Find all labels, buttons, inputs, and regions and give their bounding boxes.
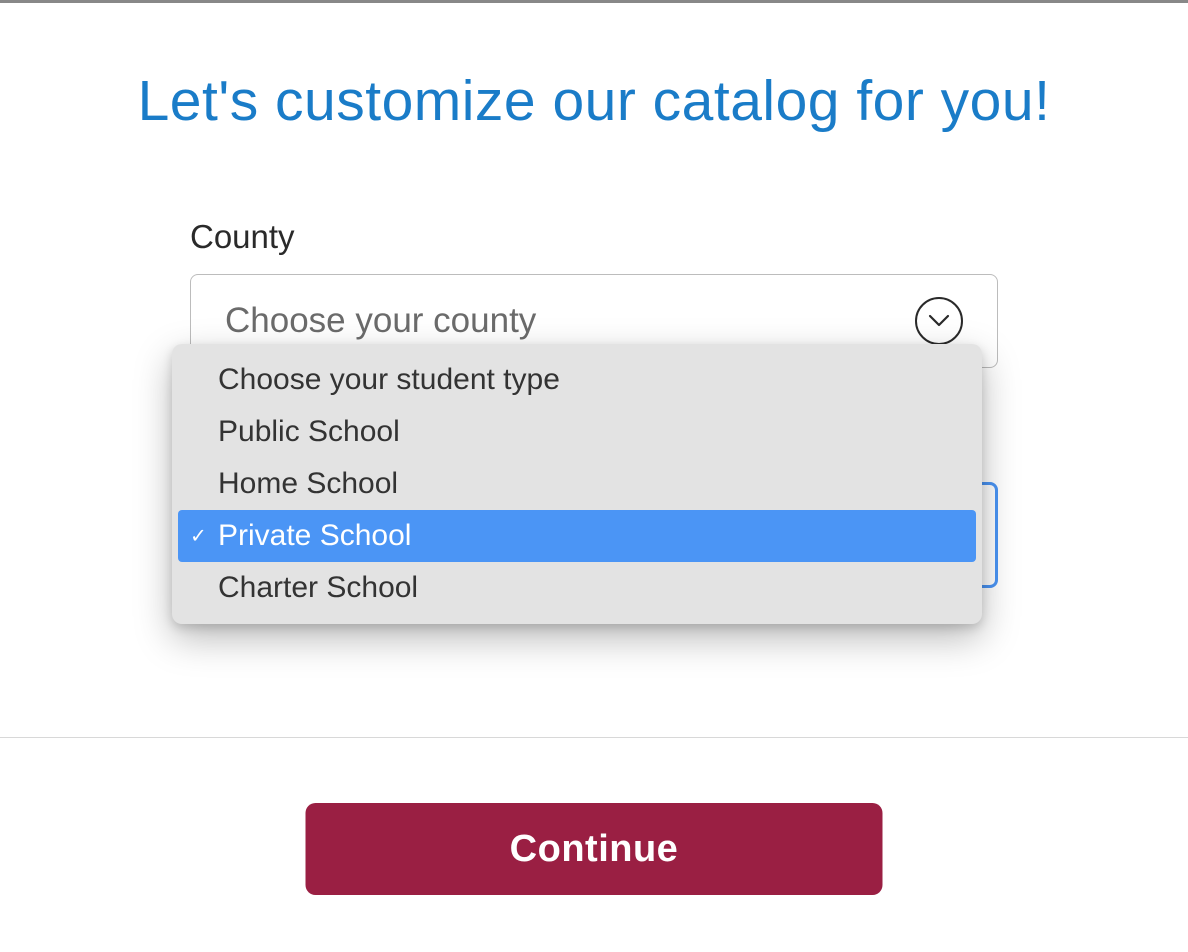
dropdown-option-charter-school[interactable]: ✓ Charter School [178, 562, 976, 614]
page-title: Let's customize our catalog for you! [0, 63, 1188, 140]
county-placeholder: Choose your county [225, 301, 536, 341]
form-area: County Choose your county ✓ Choose your … [190, 218, 998, 368]
student-type-dropdown: ✓ Choose your student type ✓ Public Scho… [172, 344, 982, 624]
check-icon: ✓ [190, 523, 207, 548]
dropdown-option-private-school[interactable]: ✓ Private School [178, 510, 976, 562]
option-label: Public School [218, 415, 400, 449]
chevron-down-icon [915, 297, 963, 345]
continue-button[interactable]: Continue [306, 803, 883, 895]
option-label: Choose your student type [218, 363, 560, 397]
county-label: County [190, 218, 998, 256]
divider [0, 737, 1188, 738]
option-label: Charter School [218, 571, 418, 605]
option-label: Private School [218, 519, 411, 553]
dropdown-option-public-school[interactable]: ✓ Public School [178, 406, 976, 458]
dropdown-option-home-school[interactable]: ✓ Home School [178, 458, 976, 510]
dropdown-option-placeholder[interactable]: ✓ Choose your student type [178, 354, 976, 406]
option-label: Home School [218, 467, 398, 501]
